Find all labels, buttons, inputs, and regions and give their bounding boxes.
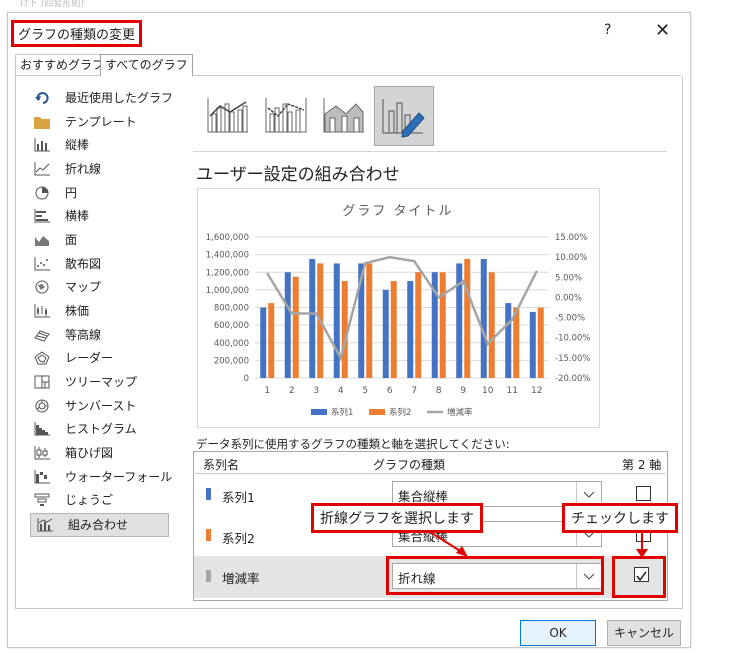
tab-all-charts[interactable]: すべてのグラフ	[100, 54, 193, 76]
ok-button[interactable]: OK	[520, 620, 596, 646]
callout-arrows	[426, 529, 648, 558]
cancel-button[interactable]: キャンセル	[607, 620, 681, 646]
callout-select-line: 折線グラフを選択します	[311, 503, 483, 533]
arrow-head-2	[636, 549, 648, 558]
arrow-head-1	[456, 546, 468, 557]
callout-check: チェックします	[562, 503, 678, 533]
